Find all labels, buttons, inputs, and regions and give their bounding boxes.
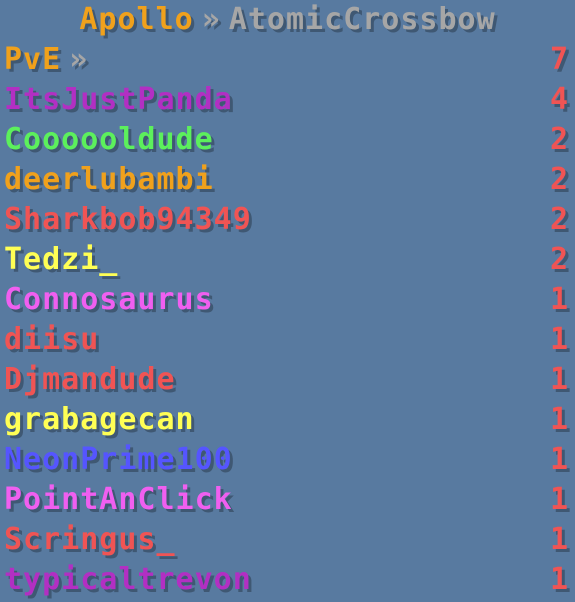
player-entry-name: PointAnClick [4, 482, 233, 517]
category-separator: » [69, 42, 89, 77]
player-entry-name: Sharkbob94349 [4, 202, 252, 237]
player-entry-score: 1 [549, 562, 569, 597]
category-row: PvE» 7 [0, 40, 575, 80]
scoreboard-row: Connosaurus 1 [0, 280, 575, 320]
scoreboard-row: Tedzi_ 2 [0, 240, 575, 280]
scoreboard-row: Djmandude 1 [0, 360, 575, 400]
player-entry-score: 1 [549, 282, 569, 317]
player-entry-score: 2 [549, 202, 569, 237]
player-entry-score: 2 [549, 122, 569, 157]
scoreboard-row: Sharkbob94349 2 [0, 200, 575, 240]
player-entry-score: 1 [549, 322, 569, 357]
player-entry-name: NeonPrime100 [4, 442, 233, 477]
scoreboard-row: diisu 1 [0, 320, 575, 360]
player-entry-name: Coooooldude [4, 122, 214, 157]
player-entry-name: diisu [4, 322, 100, 357]
server-name: Apollo [79, 2, 194, 37]
scoreboard-title: Apollo» AtomicCrossbow [0, 0, 575, 40]
player-entry-name: typicaltrevon [4, 562, 252, 597]
player-entry-score: 1 [549, 482, 569, 517]
player-entry-name: Djmandude [4, 362, 176, 397]
scoreboard-sidebar: Apollo» AtomicCrossbow PvE» 7 ItsJustPand… [0, 0, 575, 602]
player-entry-name: grabagecan [4, 402, 195, 437]
scoreboard-row: PointAnClick 1 [0, 480, 575, 520]
player-entry-name: Connosaurus [4, 282, 214, 317]
player-entry-score: 1 [549, 522, 569, 557]
scoreboard-row: Scringus_ 1 [0, 520, 575, 560]
player-name: AtomicCrossbow [228, 2, 496, 37]
scoreboard-row: typicaltrevon 1 [0, 560, 575, 600]
player-entry-score: 2 [549, 162, 569, 197]
player-entry-name: deerlubambi [4, 162, 214, 197]
scoreboard-row: NeonPrime100 1 [0, 440, 575, 480]
player-entry-name: ItsJustPanda [4, 82, 233, 117]
player-entry-score: 1 [549, 362, 569, 397]
player-entry-score: 1 [549, 402, 569, 437]
scoreboard-row: Coooooldude 2 [0, 120, 575, 160]
player-entry-score: 4 [549, 82, 569, 117]
player-entry-name: Tedzi_ [4, 242, 119, 277]
scoreboard-row: grabagecan 1 [0, 400, 575, 440]
category-score: 7 [549, 42, 569, 77]
player-entry-name: Scringus_ [4, 522, 176, 557]
scoreboard-row: ItsJustPanda 4 [0, 80, 575, 120]
title-separator: » [201, 2, 221, 37]
player-entry-score: 2 [549, 242, 569, 277]
player-entry-score: 1 [549, 442, 569, 477]
category-label-wrap: PvE» [4, 40, 96, 80]
scoreboard-row: deerlubambi 2 [0, 160, 575, 200]
category-name: PvE [4, 42, 62, 77]
